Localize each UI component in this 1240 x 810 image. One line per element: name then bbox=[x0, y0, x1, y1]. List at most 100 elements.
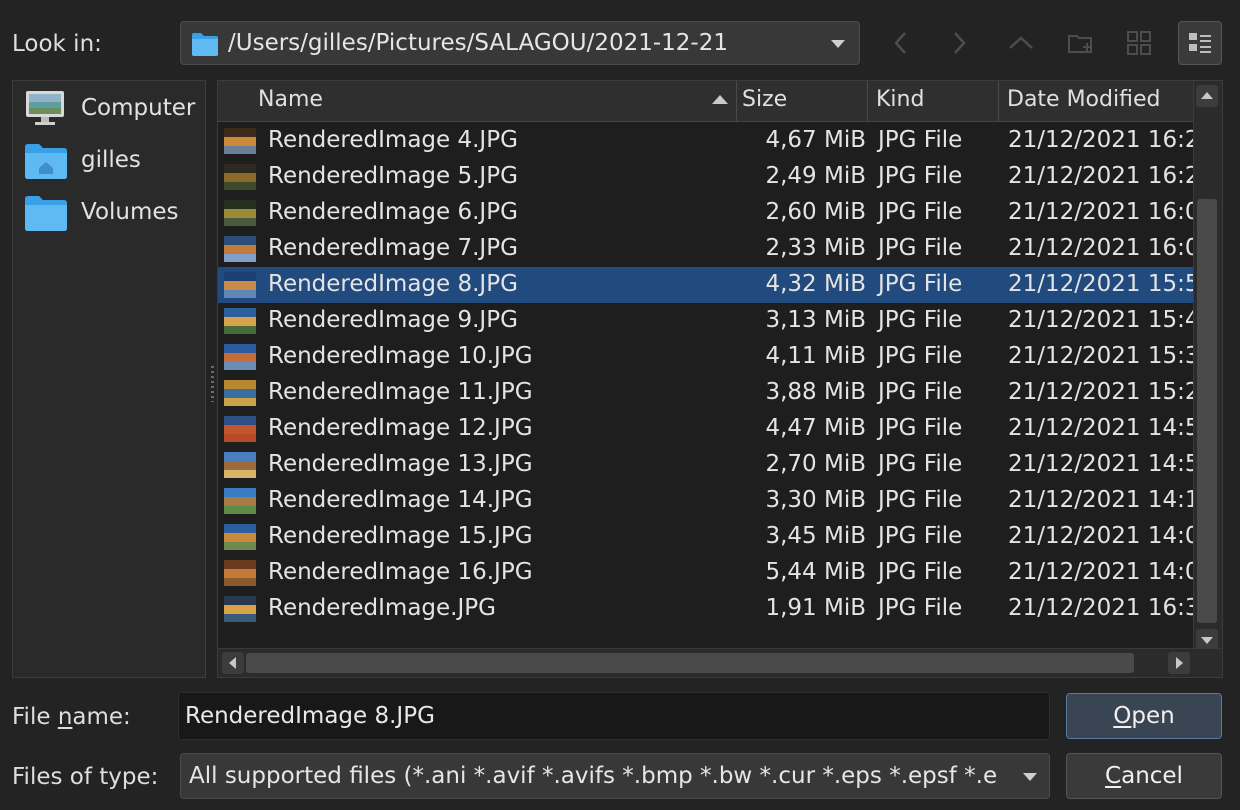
file-date-cell: 21/12/2021 14:5 bbox=[1008, 451, 1194, 477]
sidebar-item-volumes[interactable]: Volumes bbox=[21, 193, 201, 233]
folder-icon bbox=[191, 31, 219, 61]
image-thumbnail-icon bbox=[224, 128, 256, 154]
sidebar-item-label: Computer bbox=[81, 95, 196, 121]
file-row[interactable]: RenderedImage 14.JPG 3,30 MiB JPG File 21/1… bbox=[218, 483, 1194, 519]
open-button[interactable]: Open bbox=[1066, 693, 1222, 739]
file-name-cell: RenderedImage 10.JPG bbox=[268, 343, 533, 369]
file-date-cell: 21/12/2021 16:3 bbox=[1008, 595, 1194, 621]
image-thumbnail-icon bbox=[224, 416, 256, 442]
file-type-value: All supported files (*.ani *.avif *.avif… bbox=[189, 763, 998, 789]
file-name-cell: RenderedImage 11.JPG bbox=[268, 379, 533, 405]
column-header-size[interactable]: Size bbox=[737, 81, 868, 121]
scrollbar-thumb[interactable] bbox=[246, 653, 1134, 673]
vertical-scrollbar[interactable] bbox=[1193, 81, 1222, 651]
detail-view-icon[interactable] bbox=[1178, 21, 1222, 65]
file-row[interactable]: RenderedImage 11.JPG 3,88 MiB JPG File 21/1… bbox=[218, 375, 1194, 411]
file-name-input[interactable] bbox=[183, 699, 1037, 733]
file-row[interactable]: RenderedImage 8.JPG 4,32 MiB JPG File 21/12… bbox=[218, 267, 1194, 303]
file-row[interactable]: RenderedImage 4.JPG 4,67 MiB JPG File 21/12… bbox=[218, 123, 1194, 159]
file-row[interactable]: RenderedImage 12.JPG 4,47 MiB JPG File 21/1… bbox=[218, 411, 1194, 447]
scrollbar-thumb[interactable] bbox=[1197, 199, 1217, 623]
file-name-cell: RenderedImage 14.JPG bbox=[268, 487, 533, 513]
file-date-cell: 21/12/2021 16:0 bbox=[1008, 199, 1194, 225]
cancel-button[interactable]: Cancel bbox=[1066, 753, 1222, 799]
file-row[interactable]: RenderedImage 6.JPG 2,60 MiB JPG File 21/12… bbox=[218, 195, 1194, 231]
file-row[interactable]: RenderedImage 7.JPG 2,33 MiB JPG File 21/12… bbox=[218, 231, 1194, 267]
image-thumbnail-icon bbox=[224, 236, 256, 262]
sidebar-item-label: Volumes bbox=[81, 199, 179, 225]
file-row[interactable]: RenderedImage 13.JPG 2,70 MiB JPG File 21/1… bbox=[218, 447, 1194, 483]
file-date-cell: 21/12/2021 15:3 bbox=[1008, 343, 1194, 369]
file-row[interactable]: RenderedImage 16.JPG 5,44 MiB JPG File 21/1… bbox=[218, 555, 1194, 591]
file-date-cell: 21/12/2021 14:5 bbox=[1008, 415, 1194, 441]
splitter-handle[interactable] bbox=[211, 366, 214, 402]
file-date-cell: 21/12/2021 16:0 bbox=[1008, 235, 1194, 261]
scroll-right-icon[interactable] bbox=[1168, 652, 1190, 674]
image-thumbnail-icon bbox=[224, 452, 256, 478]
folder-icon bbox=[23, 193, 69, 237]
sidebar-item-gilles[interactable]: gilles bbox=[21, 141, 201, 181]
column-header-kind[interactable]: Kind bbox=[868, 81, 999, 121]
sort-ascending-icon bbox=[712, 95, 728, 104]
file-size-cell: 2,49 MiB bbox=[765, 163, 866, 189]
image-thumbnail-icon bbox=[224, 524, 256, 550]
file-row[interactable]: RenderedImage 15.JPG 3,45 MiB JPG File 21/1… bbox=[218, 519, 1194, 555]
file-date-cell: 21/12/2021 15:4 bbox=[1008, 307, 1194, 333]
file-size-cell: 3,88 MiB bbox=[765, 379, 866, 405]
file-row[interactable]: RenderedImage 10.JPG 4,11 MiB JPG File 21/1… bbox=[218, 339, 1194, 375]
file-name-label: File name: bbox=[12, 704, 131, 730]
image-thumbnail-icon bbox=[224, 308, 256, 334]
image-thumbnail-icon bbox=[224, 344, 256, 370]
file-kind-cell: JPG File bbox=[878, 595, 963, 621]
file-kind-cell: JPG File bbox=[878, 379, 963, 405]
file-rows: RenderedImage 4.JPG 4,67 MiB JPG File 21/12… bbox=[218, 123, 1194, 627]
file-row[interactable]: RenderedImage 9.JPG 3,13 MiB JPG File 21/12… bbox=[218, 303, 1194, 339]
file-size-cell: 4,67 MiB bbox=[765, 127, 866, 153]
file-name-cell: RenderedImage.JPG bbox=[268, 595, 496, 621]
file-date-cell: 21/12/2021 16:2 bbox=[1008, 163, 1194, 189]
look-in-path: /Users/gilles/Pictures/SALAGOU/2021-12-2… bbox=[228, 30, 728, 56]
file-date-cell: 21/12/2021 14:0 bbox=[1008, 523, 1194, 549]
file-size-cell: 5,44 MiB bbox=[765, 559, 866, 585]
list-view-icon[interactable] bbox=[1122, 26, 1156, 60]
new-folder-icon[interactable] bbox=[1064, 26, 1098, 60]
file-date-cell: 21/12/2021 15:2 bbox=[1008, 379, 1194, 405]
image-thumbnail-icon bbox=[224, 272, 256, 298]
file-date-cell: 21/12/2021 14:0 bbox=[1008, 559, 1194, 585]
forward-icon[interactable] bbox=[942, 26, 976, 60]
computer-icon bbox=[23, 89, 67, 133]
column-header: Name Size Kind Date Modified bbox=[218, 81, 1194, 122]
column-header-name[interactable]: Name bbox=[218, 81, 737, 121]
file-name-field[interactable] bbox=[178, 692, 1050, 740]
image-thumbnail-icon bbox=[224, 380, 256, 406]
column-header-date[interactable]: Date Modified bbox=[999, 81, 1194, 121]
file-name-cell: RenderedImage 16.JPG bbox=[268, 559, 533, 585]
file-name-cell: RenderedImage 4.JPG bbox=[268, 127, 518, 153]
file-size-cell: 1,91 MiB bbox=[765, 595, 866, 621]
file-date-cell: 21/12/2021 15:5 bbox=[1008, 271, 1194, 297]
scroll-left-icon[interactable] bbox=[222, 652, 244, 674]
chevron-down-icon bbox=[831, 40, 845, 48]
parent-folder-icon[interactable] bbox=[1004, 26, 1038, 60]
file-kind-cell: JPG File bbox=[878, 415, 963, 441]
file-type-select[interactable]: All supported files (*.ani *.avif *.avif… bbox=[180, 753, 1050, 799]
file-row[interactable]: RenderedImage.JPG 1,91 MiB JPG File 21/12/2… bbox=[218, 591, 1194, 627]
file-row[interactable]: RenderedImage 5.JPG 2,49 MiB JPG File 21/12… bbox=[218, 159, 1194, 195]
image-thumbnail-icon bbox=[224, 560, 256, 586]
file-kind-cell: JPG File bbox=[878, 343, 963, 369]
sidebar-item-label: gilles bbox=[81, 147, 141, 173]
sidebar-item-computer[interactable]: Computer bbox=[21, 89, 201, 129]
scroll-up-icon[interactable] bbox=[1196, 85, 1218, 107]
file-kind-cell: JPG File bbox=[878, 451, 963, 477]
horizontal-scrollbar[interactable] bbox=[218, 648, 1222, 677]
file-kind-cell: JPG File bbox=[878, 307, 963, 333]
file-kind-cell: JPG File bbox=[878, 127, 963, 153]
image-thumbnail-icon bbox=[224, 488, 256, 514]
back-icon[interactable] bbox=[884, 26, 918, 60]
file-size-cell: 3,45 MiB bbox=[765, 523, 866, 549]
file-name-cell: RenderedImage 13.JPG bbox=[268, 451, 533, 477]
file-date-cell: 21/12/2021 14:1 bbox=[1008, 487, 1194, 513]
file-kind-cell: JPG File bbox=[878, 199, 963, 225]
file-name-cell: RenderedImage 6.JPG bbox=[268, 199, 518, 225]
look-in-combo[interactable]: /Users/gilles/Pictures/SALAGOU/2021-12-2… bbox=[180, 21, 860, 65]
